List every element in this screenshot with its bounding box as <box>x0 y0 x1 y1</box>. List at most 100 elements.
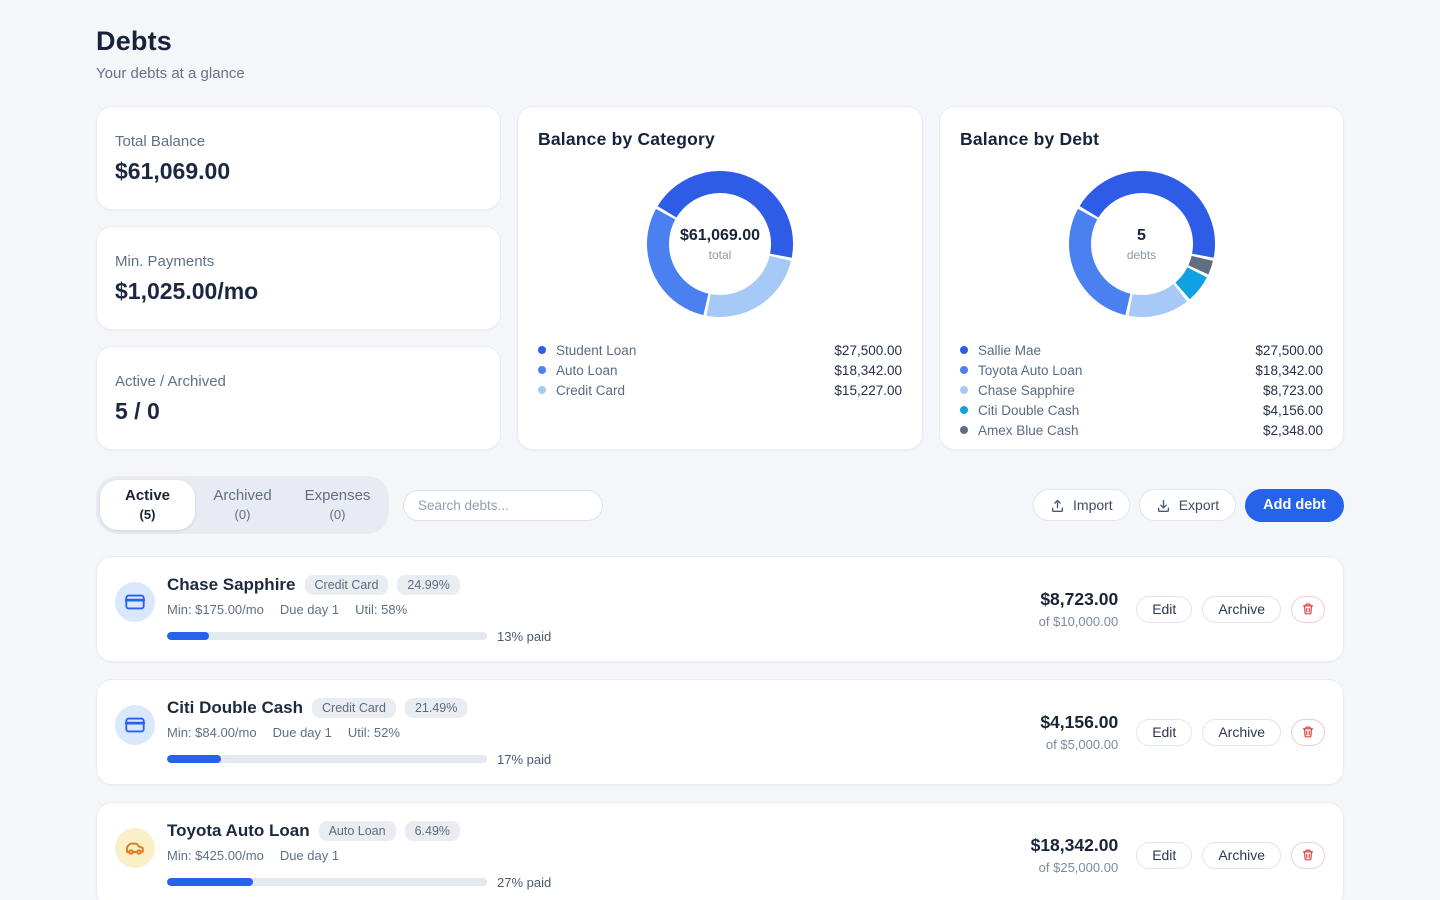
debts-page: Debts Your debts at a glance Total Balan… <box>96 0 1344 900</box>
debt-list: Chase Sapphire Credit Card 24.99% Min: $… <box>96 556 1344 900</box>
debt-amount: $8,723.00 <box>968 589 1118 610</box>
progress-line: 27% paid <box>167 875 968 890</box>
progress-label: 27% paid <box>497 875 551 890</box>
legend-item: Auto Loan $18,342.00 <box>538 360 902 380</box>
tab-active[interactable]: Active (5) <box>100 480 195 530</box>
progress-line: 17% paid <box>167 752 968 767</box>
balance-by-debt-card: Balance by Debt 5 debts Sallie Mae $27,5… <box>939 106 1344 450</box>
apr-badge: 6.49% <box>405 821 460 841</box>
debt-amount: $18,342.00 <box>968 835 1118 856</box>
summary-section: Total Balance $61,069.00 Min. Payments $… <box>96 106 1344 450</box>
progress-line: 13% paid <box>167 629 968 644</box>
credit-card-icon <box>115 705 155 745</box>
stat-value: 5 / 0 <box>115 398 482 425</box>
debt-info: Citi Double Cash Credit Card 21.49% Min:… <box>167 698 968 767</box>
stat-label: Active / Archived <box>115 373 482 390</box>
category-badge: Auto Loan <box>319 821 396 841</box>
legend-dot-icon <box>960 406 968 414</box>
chart-title: Balance by Category <box>538 129 902 150</box>
archive-button[interactable]: Archive <box>1202 719 1281 746</box>
archive-button[interactable]: Archive <box>1202 596 1281 623</box>
debt-info: Toyota Auto Loan Auto Loan 6.49% Min: $4… <box>167 821 968 890</box>
legend-dot-icon <box>960 386 968 394</box>
debt-row-toyota-auto-loan: Toyota Auto Loan Auto Loan 6.49% Min: $4… <box>96 802 1344 900</box>
legend-dot-icon <box>960 346 968 354</box>
category-badge: Credit Card <box>305 575 389 595</box>
legend-item: Credit Card $15,227.00 <box>538 380 902 400</box>
category-donut-chart: $61,069.00 total <box>638 162 802 326</box>
car-icon <box>115 828 155 868</box>
legend-item: Student Loan $27,500.00 <box>538 340 902 360</box>
trash-icon <box>1301 602 1315 616</box>
credit-card-icon <box>115 582 155 622</box>
row-actions: Edit Archive <box>1136 842 1325 869</box>
legend-item: Citi Double Cash $4,156.00 <box>960 400 1323 420</box>
debt-row-chase-sapphire: Chase Sapphire Credit Card 24.99% Min: $… <box>96 556 1344 662</box>
upload-icon <box>1050 498 1065 513</box>
debt-limit: of $25,000.00 <box>968 860 1118 875</box>
trash-icon <box>1301 725 1315 739</box>
toolbar: Active (5) Archived (0) Expenses (0) Imp… <box>96 476 1344 534</box>
page-subtitle: Your debts at a glance <box>96 65 1344 82</box>
row-actions: Edit Archive <box>1136 596 1325 623</box>
chart-title: Balance by Debt <box>960 129 1323 150</box>
balance-by-category-card: Balance by Category $61,069.00 total Stu… <box>517 106 923 450</box>
search-input[interactable] <box>403 490 603 521</box>
debt-legend: Sallie Mae $27,500.00 Toyota Auto Loan $… <box>960 340 1323 440</box>
download-icon <box>1156 498 1171 513</box>
legend-dot-icon <box>538 366 546 374</box>
legend-item: Chase Sapphire $8,723.00 <box>960 380 1323 400</box>
add-debt-button[interactable]: Add debt <box>1245 489 1344 522</box>
tab-archived[interactable]: Archived (0) <box>195 480 290 530</box>
page-title: Debts <box>96 26 1344 57</box>
debt-limit: of $10,000.00 <box>968 614 1118 629</box>
delete-button[interactable] <box>1291 596 1325 623</box>
debt-amounts: $8,723.00 of $10,000.00 <box>968 589 1118 629</box>
import-button[interactable]: Import <box>1033 489 1130 521</box>
legend-dot-icon <box>538 346 546 354</box>
debt-donut-chart: 5 debts <box>1060 162 1224 326</box>
tab-expenses[interactable]: Expenses (0) <box>290 480 385 530</box>
progress-label: 13% paid <box>497 629 551 644</box>
export-button[interactable]: Export <box>1139 489 1236 521</box>
edit-button[interactable]: Edit <box>1136 842 1192 869</box>
stat-value: $1,025.00/mo <box>115 278 482 305</box>
progress-label: 17% paid <box>497 752 551 767</box>
progress-bar <box>167 755 487 763</box>
category-legend: Student Loan $27,500.00 Auto Loan $18,34… <box>538 340 902 400</box>
debt-meta: Min: $84.00/mo Due day 1 Util: 52% <box>167 725 968 740</box>
stat-label: Min. Payments <box>115 253 482 270</box>
apr-badge: 21.49% <box>405 698 467 718</box>
debt-amounts: $18,342.00 of $25,000.00 <box>968 835 1118 875</box>
progress-bar <box>167 878 487 886</box>
row-actions: Edit Archive <box>1136 719 1325 746</box>
stat-cards: Total Balance $61,069.00 Min. Payments $… <box>96 106 501 450</box>
debt-info: Chase Sapphire Credit Card 24.99% Min: $… <box>167 575 968 644</box>
debt-amount: $4,156.00 <box>968 712 1118 733</box>
legend-item: Sallie Mae $27,500.00 <box>960 340 1323 360</box>
tab-group: Active (5) Archived (0) Expenses (0) <box>96 476 389 534</box>
active-archived-card: Active / Archived 5 / 0 <box>96 346 501 450</box>
stat-label: Total Balance <box>115 133 482 150</box>
stat-value: $61,069.00 <box>115 158 482 185</box>
delete-button[interactable] <box>1291 842 1325 869</box>
debt-row-citi-double-cash: Citi Double Cash Credit Card 21.49% Min:… <box>96 679 1344 785</box>
delete-button[interactable] <box>1291 719 1325 746</box>
archive-button[interactable]: Archive <box>1202 842 1281 869</box>
debt-amounts: $4,156.00 of $5,000.00 <box>968 712 1118 752</box>
trash-icon <box>1301 848 1315 862</box>
legend-dot-icon <box>960 366 968 374</box>
debt-name: Chase Sapphire <box>167 575 296 595</box>
total-balance-card: Total Balance $61,069.00 <box>96 106 501 210</box>
legend-item: Amex Blue Cash $2,348.00 <box>960 420 1323 440</box>
category-badge: Credit Card <box>312 698 396 718</box>
apr-badge: 24.99% <box>397 575 459 595</box>
debt-name: Toyota Auto Loan <box>167 821 310 841</box>
legend-item: Toyota Auto Loan $18,342.00 <box>960 360 1323 380</box>
edit-button[interactable]: Edit <box>1136 596 1192 623</box>
edit-button[interactable]: Edit <box>1136 719 1192 746</box>
debt-meta: Min: $425.00/mo Due day 1 <box>167 848 968 863</box>
progress-bar <box>167 632 487 640</box>
legend-dot-icon <box>538 386 546 394</box>
min-payments-card: Min. Payments $1,025.00/mo <box>96 226 501 330</box>
